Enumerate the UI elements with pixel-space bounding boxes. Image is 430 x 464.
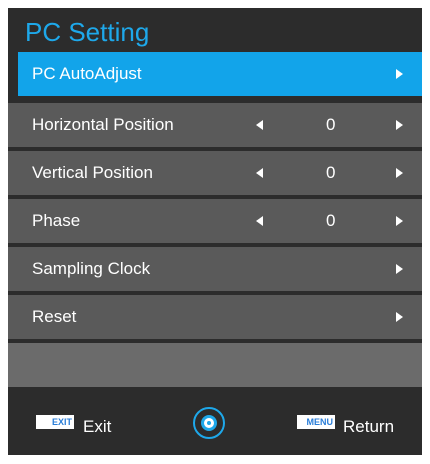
menu-item-label: Vertical Position bbox=[32, 163, 153, 182]
menu-item-empty bbox=[8, 343, 422, 387]
arrow-left-icon[interactable] bbox=[256, 216, 263, 226]
joystick-icon bbox=[193, 407, 225, 439]
menu-item-pc-autoadjust[interactable]: PC AutoAdjust bbox=[18, 52, 422, 96]
menu-item-value: 0 bbox=[326, 211, 336, 230]
menu-item-label: Horizontal Position bbox=[32, 115, 174, 134]
arrow-right-icon bbox=[396, 312, 403, 322]
menu-item-horizontal-position[interactable]: Horizontal Position 0 bbox=[8, 103, 422, 147]
menu-item-vertical-position[interactable]: Vertical Position 0 bbox=[8, 151, 422, 195]
joystick-center bbox=[201, 415, 217, 431]
arrow-right-icon[interactable] bbox=[396, 168, 403, 178]
menu-item-label: Reset bbox=[32, 307, 77, 326]
menu-key-icon: MENU bbox=[297, 415, 335, 429]
exit-label[interactable]: Exit bbox=[83, 390, 111, 464]
arrow-right-icon bbox=[396, 264, 403, 274]
menu-item-phase[interactable]: Phase 0 bbox=[8, 199, 422, 243]
menu-item-label: Phase bbox=[32, 211, 81, 230]
menu-item-label: PC AutoAdjust bbox=[32, 64, 142, 83]
return-label[interactable]: Return bbox=[343, 390, 394, 464]
footer-bar: EXIT Exit MENU Return bbox=[8, 390, 422, 455]
arrow-left-icon[interactable] bbox=[256, 168, 263, 178]
menu-key-text: MENU bbox=[306, 417, 334, 427]
arrow-left-icon[interactable] bbox=[256, 120, 263, 130]
joystick-dot bbox=[207, 421, 211, 425]
arrow-right-icon[interactable] bbox=[396, 216, 403, 226]
menu-item-value: 0 bbox=[326, 163, 336, 182]
menu-item-sampling-clock[interactable]: Sampling Clock bbox=[8, 247, 422, 291]
menu-item-value: 0 bbox=[326, 115, 336, 134]
arrow-right-icon bbox=[396, 69, 403, 79]
exit-key-icon: EXIT bbox=[36, 415, 74, 429]
exit-key-text: EXIT bbox=[51, 417, 72, 427]
menu-item-reset[interactable]: Reset bbox=[8, 295, 422, 339]
menu-title: PC Setting bbox=[25, 17, 150, 47]
menu-item-label: Sampling Clock bbox=[32, 259, 151, 278]
arrow-right-icon[interactable] bbox=[396, 120, 403, 130]
